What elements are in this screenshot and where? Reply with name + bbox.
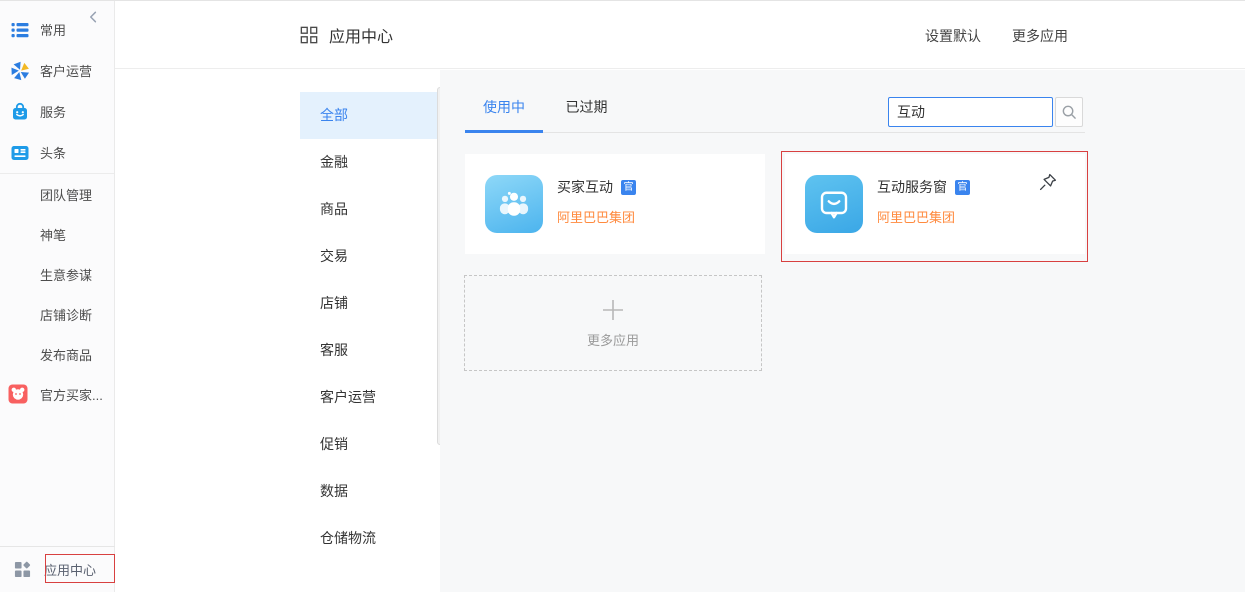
official-badge: 官 [955,180,970,195]
sidebar-item-team-management[interactable]: 团队管理 [0,174,114,214]
sidebar-item-shenbi[interactable]: 神笔 [0,214,114,254]
page-title: 应用中心 [329,23,393,47]
header-actions: 设置默认 更多应用 [925,26,1068,46]
app-center-icon [14,561,31,578]
sidebar-item-shop-diagnosis[interactable]: 店铺诊断 [0,294,114,334]
sidebar-item-label: 官方买家... [40,385,103,404]
category-list: 全部 金融 商品 交易 店铺 客服 客户运营 促销 数据 仓储物流 [300,70,437,562]
app-info: 互动服务窗 官 阿里巴巴集团 [877,175,970,233]
sidebar-item-label: 常用 [40,20,66,39]
tab-in-use[interactable]: 使用中 [465,97,543,133]
category-item-logistics[interactable]: 仓储物流 [300,515,437,562]
sidebar-item-label: 客户运营 [40,61,92,80]
search-icon [1061,104,1077,120]
app-info: 买家互动 官 阿里巴巴集团 [557,175,636,233]
app-vendor-link[interactable]: 阿里巴巴集团 [557,207,636,226]
page-title-group: 应用中心 [300,23,393,47]
pinwheel-icon [10,61,30,81]
collapse-sidebar-button[interactable] [87,10,101,24]
sidebar-item-business-advisor[interactable]: 生意参谋 [0,254,114,294]
more-apps-button[interactable]: 更多应用 [1012,26,1068,46]
chevron-left-icon [87,10,101,24]
main-content: 使用中 已过期 买家互动 官 阿里巴巴集团 [440,70,1245,592]
official-badge: 官 [621,180,636,195]
sidebar-nav-list: 常用 客户运营 服务 [0,1,114,414]
sidebar-item-label: 生意参谋 [40,265,92,284]
app-card-buyer-interaction[interactable]: 买家互动 官 阿里巴巴集团 [465,154,765,254]
set-default-button[interactable]: 设置默认 [925,26,981,46]
more-apps-label: 更多应用 [587,330,639,349]
sidebar-item-label: 发布商品 [40,345,92,364]
app-vendor-link[interactable]: 阿里巴巴集团 [877,207,970,226]
search-button[interactable] [1055,97,1083,127]
category-item-customer-service[interactable]: 客服 [300,327,437,374]
category-item-promotion[interactable]: 促销 [300,421,437,468]
main-sidebar: 常用 客户运营 服务 [0,1,115,592]
category-panel: 全部 金融 商品 交易 店铺 客服 客户运营 促销 数据 仓储物流 [295,70,440,592]
page-header: 应用中心 设置默认 更多应用 [115,1,1245,69]
sidebar-item-label: 神笔 [40,225,66,244]
category-item-product[interactable]: 商品 [300,186,437,233]
people-group-icon [485,175,543,233]
sidebar-item-label: 应用中心 [44,560,96,579]
category-item-customer-ops[interactable]: 客户运营 [300,374,437,421]
sidebar-item-official-buyer[interactable]: 官方买家... [0,374,114,414]
sidebar-item-label: 团队管理 [40,185,92,204]
sidebar-item-label: 服务 [40,102,66,121]
category-item-shop[interactable]: 店铺 [300,280,437,327]
sidebar-item-service[interactable]: 服务 [0,91,114,132]
sidebar-item-customer-ops[interactable]: 客户运营 [0,50,114,91]
plus-icon [600,297,626,323]
app-name[interactable]: 买家互动 [557,177,613,197]
mascot-icon [8,384,28,404]
app-name[interactable]: 互动服务窗 [877,177,947,197]
chat-window-icon [805,175,863,233]
shopping-bag-icon [10,102,30,122]
sidebar-item-publish-product[interactable]: 发布商品 [0,334,114,374]
category-item-data[interactable]: 数据 [300,468,437,515]
list-icon [10,20,30,40]
app-card-interactive-service-window[interactable]: 互动服务窗 官 阿里巴巴集团 [785,154,1085,254]
pushpin-icon [1038,172,1058,192]
sidebar-item-app-center[interactable]: 应用中心 [0,554,115,584]
sidebar-item-label: 店铺诊断 [40,305,92,324]
news-icon [10,143,30,163]
category-item-all[interactable]: 全部 [300,92,437,139]
pin-button[interactable] [1038,172,1058,192]
sidebar-item-label: 头条 [40,143,66,162]
more-apps-card[interactable]: 更多应用 [464,275,762,371]
app-center-screen: 常用 客户运营 服务 [0,0,1245,592]
search-input[interactable] [888,97,1053,127]
tab-expired[interactable]: 已过期 [547,97,625,130]
category-item-finance[interactable]: 金融 [300,139,437,186]
category-item-trade[interactable]: 交易 [300,233,437,280]
sidebar-item-headlines[interactable]: 头条 [0,132,114,173]
grid-icon [300,26,318,44]
sidebar-bottom-divider [0,546,115,547]
